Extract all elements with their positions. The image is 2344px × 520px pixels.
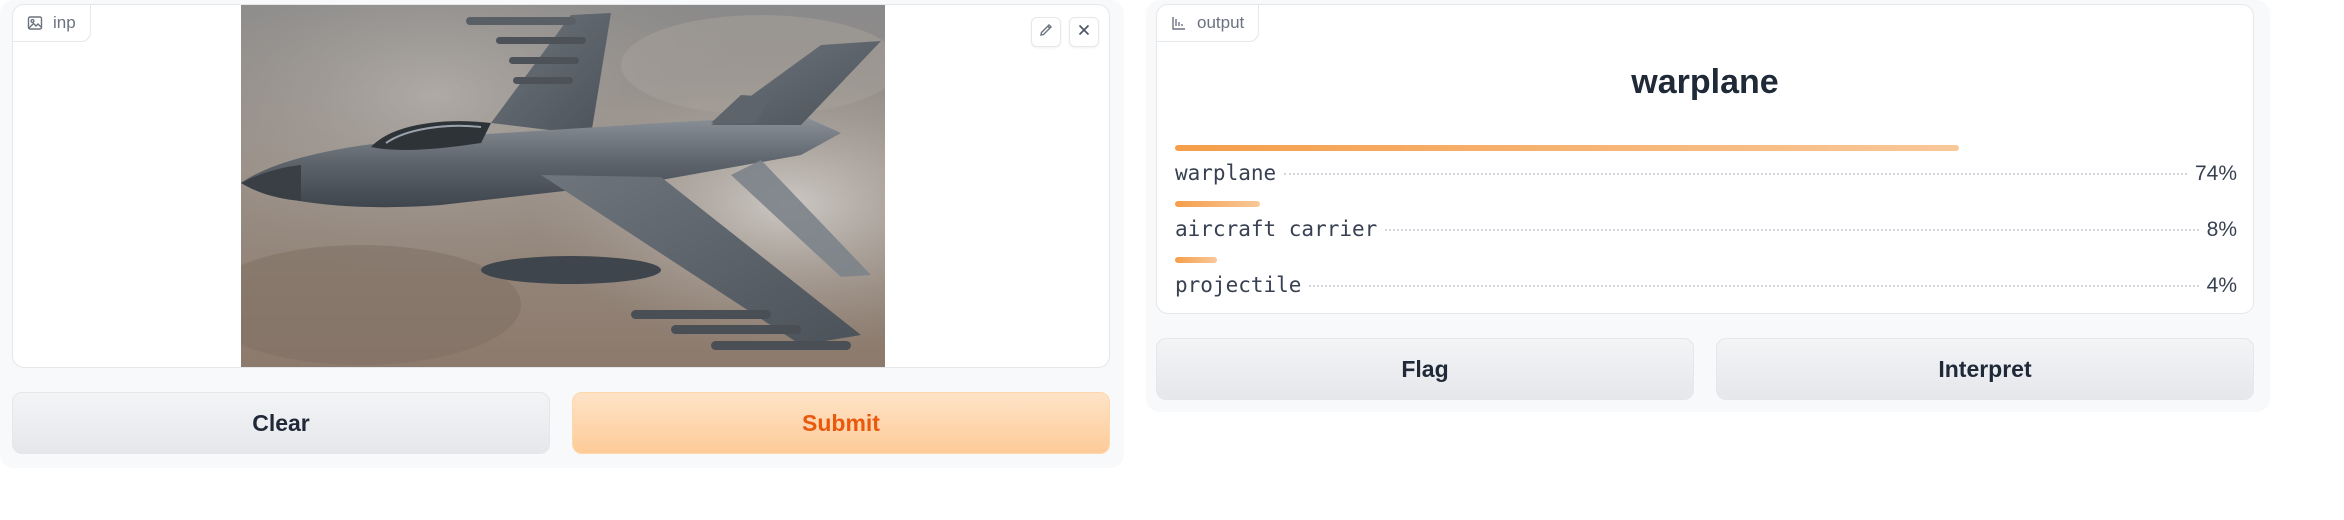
output-label-tag: output [1157,5,1260,42]
confidence-row[interactable]: aircraft carrier 8% [1175,201,2237,241]
close-icon [1076,22,1092,43]
label-output-block: output warplane warplane 74% aircraft ca… [1156,4,2254,314]
confidence-bar [1175,257,1217,263]
dotted-leader [1284,173,2187,175]
clear-image-button[interactable] [1069,17,1099,47]
interpret-button-label: Interpret [1938,355,2032,382]
output-column: output warplane warplane 74% aircraft ca… [1146,0,2270,412]
input-column: inp Clear Submit [0,0,1124,468]
image-input-block: inp [12,4,1110,368]
pencil-icon [1038,22,1054,43]
clear-button[interactable]: Clear [12,392,550,454]
input-label-tag: inp [13,5,91,42]
uploaded-image[interactable] [241,5,885,367]
flag-button-label: Flag [1401,355,1449,382]
input-label: inp [53,13,76,32]
dotted-leader [1309,285,2199,287]
submit-button[interactable]: Submit [572,392,1110,454]
submit-button-label: Submit [802,409,880,436]
confidence-bar [1175,145,1959,151]
edit-image-button[interactable] [1031,17,1061,47]
confidence-row[interactable]: projectile 4% [1175,257,2237,297]
image-actions [1031,17,1099,47]
confidence-value: 4% [2206,274,2237,297]
confidence-value: 8% [2206,218,2237,241]
bar-chart-icon [1171,15,1187,31]
dotted-leader [1385,229,2199,231]
confidence-label: aircraft carrier [1175,217,1378,241]
interpret-button[interactable]: Interpret [1716,338,2254,400]
confidence-bar [1175,201,1260,207]
confidence-row[interactable]: warplane 74% [1175,145,2237,185]
image-icon [27,15,43,31]
confidence-label: projectile [1175,273,1302,297]
confidence-value: 74% [2194,162,2237,185]
predicted-label: warplane [1631,63,1779,101]
output-label: output [1197,13,1245,32]
flag-button[interactable]: Flag [1156,338,1694,400]
clear-button-label: Clear [252,409,310,436]
confidence-label: warplane [1175,161,1277,185]
